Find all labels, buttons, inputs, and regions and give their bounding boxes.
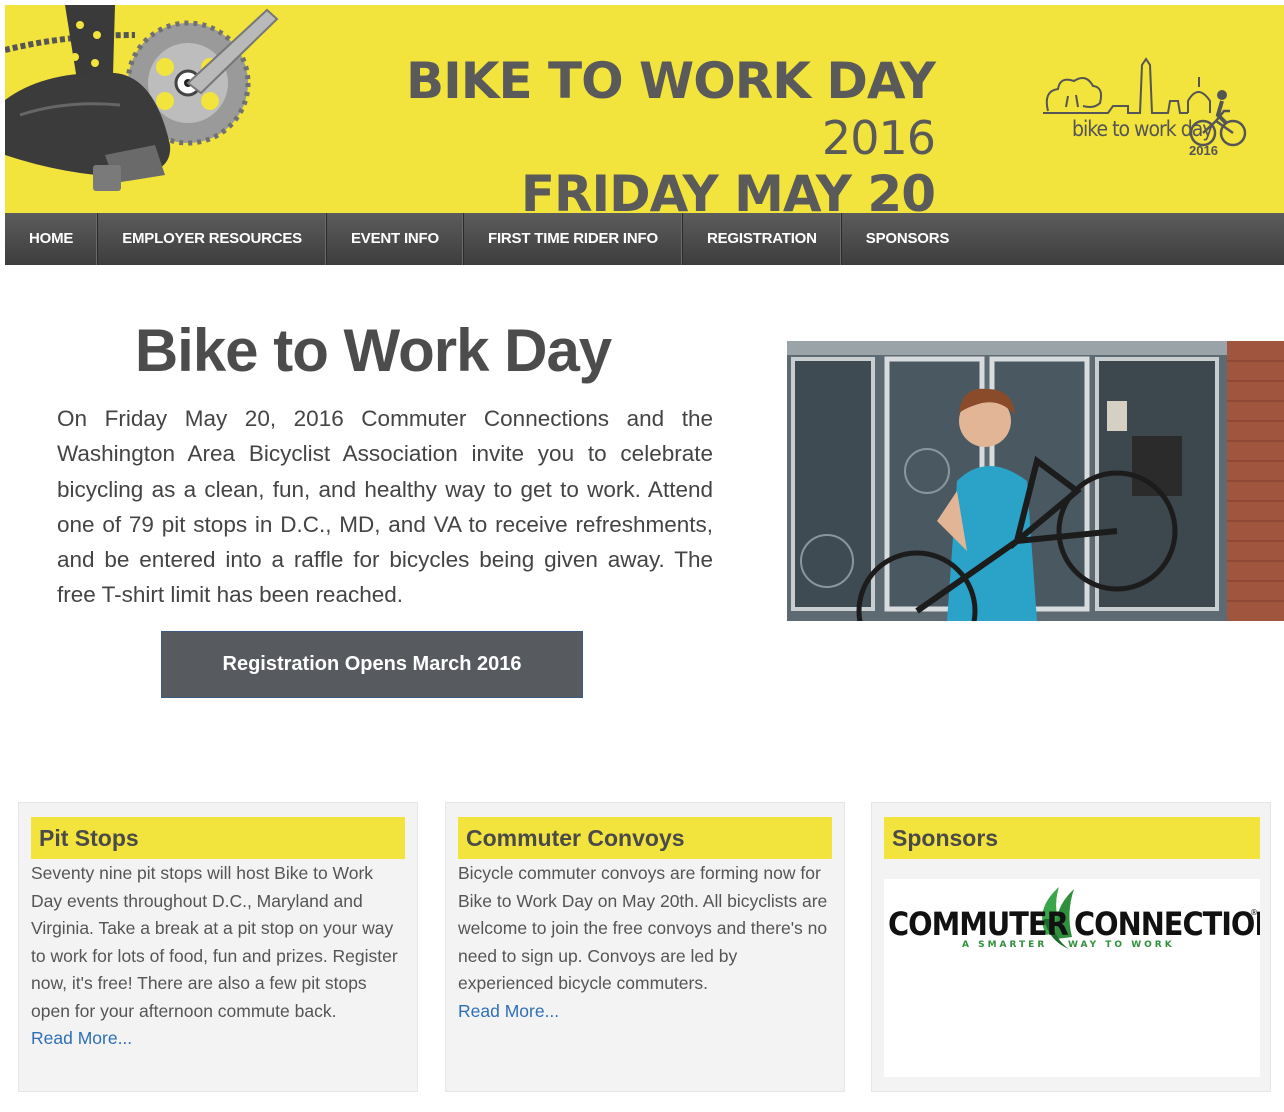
cyclist-photo xyxy=(787,341,1284,621)
sponsor-name-right: CONNECTIONS xyxy=(1074,905,1260,943)
card-title: Sponsors xyxy=(884,817,1260,859)
card-text: Bicycle commuter convoys are forming now… xyxy=(458,863,828,993)
card-body: Seventy nine pit stops will host Bike to… xyxy=(31,860,403,1053)
sponsor-name-left: COMMUTER xyxy=(888,905,1069,943)
card-body: Bicycle commuter convoys are forming now… xyxy=(458,860,830,1025)
header-title-line2: FRIDAY MAY 20 xyxy=(520,165,936,213)
logo-year: 2016 xyxy=(1189,143,1218,158)
header-title-line1: BIKE TO WORK DAY xyxy=(406,52,936,110)
header-title: BIKE TO WORK DAY 2016 FRIDAY MAY 20 xyxy=(295,52,936,213)
nav-item-event-info[interactable]: EVENT INFO xyxy=(327,213,464,265)
commuter-convoys-card: Commuter Convoys Bicycle commuter convoy… xyxy=(445,802,845,1092)
card-title: Commuter Convoys xyxy=(458,817,832,859)
logo-text: bike to work day xyxy=(1072,117,1213,141)
nav-item-home[interactable]: HOME xyxy=(5,213,99,265)
bike-to-work-day-logo[interactable]: bike to work day 2016 xyxy=(1038,51,1248,163)
header-title-year: 2016 xyxy=(821,111,936,165)
pit-stops-card: Pit Stops Seventy nine pit stops will ho… xyxy=(18,802,418,1092)
nav-item-employer-resources[interactable]: EMPLOYER RESOURCES xyxy=(98,213,327,265)
commuter-connections-logo-image: COMMUTER CONNECTIONS ® A SMARTER WAY TO … xyxy=(888,887,1284,950)
card-title: Pit Stops xyxy=(31,817,405,859)
sponsor-registered-mark: ® xyxy=(1250,908,1258,917)
nav-item-first-time-rider-info[interactable]: FIRST TIME RIDER INFO xyxy=(464,213,683,265)
read-more-link[interactable]: Read More... xyxy=(31,1028,132,1048)
shoe-icon xyxy=(5,5,171,183)
sponsors-card: Sponsors COMMUTER CONNECTIONS ® A SMARTE… xyxy=(871,802,1284,1092)
site-header: BIKE TO WORK DAY 2016 FRIDAY MAY 20 bike… xyxy=(5,5,1284,213)
nav-item-sponsors[interactable]: SPONSORS xyxy=(842,213,973,265)
main-nav: HOME EMPLOYER RESOURCES EVENT INFO FIRST… xyxy=(5,213,1284,265)
nav-item-registration[interactable]: REGISTRATION xyxy=(683,213,842,265)
bike-pedal-illustration xyxy=(5,5,279,191)
sponsor-tagline-right: WAY TO WORK xyxy=(1068,940,1175,950)
read-more-link[interactable]: Read More... xyxy=(458,1001,559,1021)
card-text: Seventy nine pit stops will host Bike to… xyxy=(31,863,398,1021)
commuter-connections-logo[interactable]: COMMUTER CONNECTIONS ® A SMARTER WAY TO … xyxy=(884,879,1284,1077)
sponsor-tagline-left: A SMARTER xyxy=(962,940,1047,950)
registration-button[interactable]: Registration Opens March 2016 xyxy=(161,631,583,698)
page-title: Bike to Work Day xyxy=(134,317,612,384)
intro-paragraph: On Friday May 20, 2016 Commuter Connecti… xyxy=(57,406,713,608)
